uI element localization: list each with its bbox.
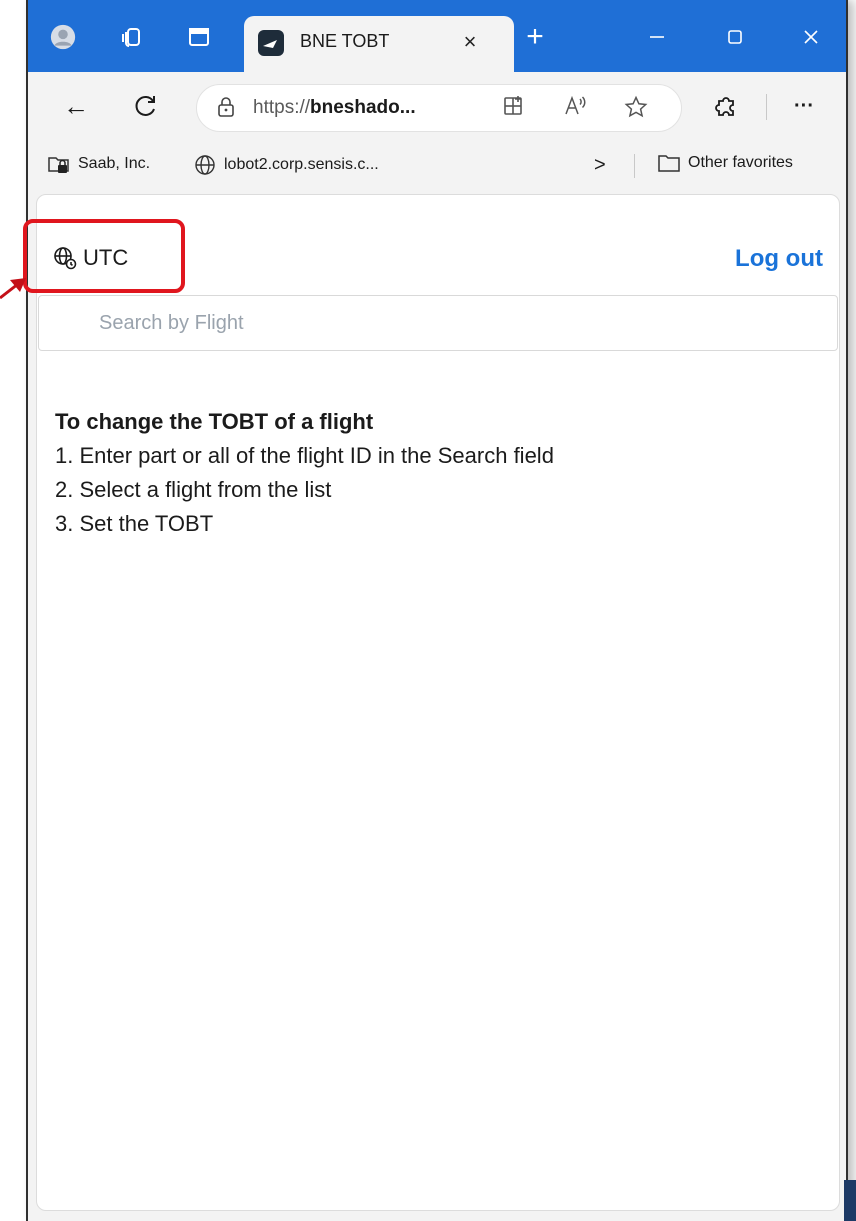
new-tab-button[interactable]: + [518,20,552,54]
tab-title: BNE TOBT [300,31,390,51]
instructions-heading: To change the TOBT of a flight [55,409,374,434]
timezone-toggle[interactable]: UTC [53,245,128,271]
back-arrow-icon[interactable]: ← [58,88,94,124]
read-aloud-icon[interactable] [563,95,589,121]
favorite-item-lobot2[interactable]: lobot2.corp.sensis.c... [194,154,379,176]
browser-window: BNE TOBT × + ← https://bneshado... ··· S… [23,0,848,1221]
navigation-toolbar: ← https://bneshado... ··· [28,72,846,138]
site-favicon-icon [258,30,284,56]
url-host: bneshado... [310,97,416,118]
settings-menu-icon[interactable]: ··· [786,88,822,124]
instruction-step: 1. Enter part or all of the flight ID in… [55,443,554,468]
minimize-button[interactable] [634,20,680,54]
lock-icon[interactable] [217,97,235,117]
search-input[interactable] [38,295,838,351]
favorites-overflow-chevron-icon[interactable]: > [594,154,606,177]
instruction-step: 2. Select a flight from the list [55,477,332,502]
favorite-label: lobot2.corp.sensis.c... [224,156,379,173]
refresh-icon[interactable] [128,88,164,124]
tab-bne-tobt[interactable]: BNE TOBT × [244,16,514,72]
folder-lock-icon [48,157,69,173]
timezone-label: UTC [83,245,129,270]
page-content: UTC Log out To change the TOBT of a flig… [23,194,840,1211]
other-favorites-folder[interactable]: Other favorites [658,154,793,172]
favorite-star-icon[interactable] [623,95,649,121]
instruction-step: 3. Set the TOBT [55,511,214,536]
folder-icon [658,155,680,172]
close-tab-icon[interactable]: × [456,29,484,55]
logout-link[interactable]: Log out [735,245,823,273]
favorite-item-saab[interactable]: Saab, Inc. [48,154,150,174]
toolbar-divider [766,94,767,120]
tab-actions-icon[interactable] [186,24,212,50]
annotation-arrow-icon [0,278,26,300]
app-available-icon[interactable] [501,95,527,121]
desktop-background-strip [844,1180,856,1221]
other-favorites-label: Other favorites [688,154,793,171]
favorite-label: Saab, Inc. [78,155,151,172]
workspaces-icon[interactable] [118,24,144,50]
favbar-divider [634,154,635,178]
close-window-button[interactable] [788,20,834,54]
globe-icon [195,155,215,175]
favorites-bar: Saab, Inc. lobot2.corp.sensis.c... > Oth… [28,138,846,192]
profile-avatar-icon[interactable] [50,24,76,50]
url-text[interactable]: https://bneshado... [253,97,416,119]
globe-clock-icon [54,247,77,270]
address-bar[interactable]: https://bneshado... [196,84,682,132]
instructions-panel: To change the TOBT of a flight 1. Enter … [55,409,554,545]
extensions-icon[interactable] [708,88,744,124]
maximize-button[interactable] [712,20,758,54]
title-bar: BNE TOBT × + [28,0,846,72]
url-scheme: https:// [253,97,311,118]
